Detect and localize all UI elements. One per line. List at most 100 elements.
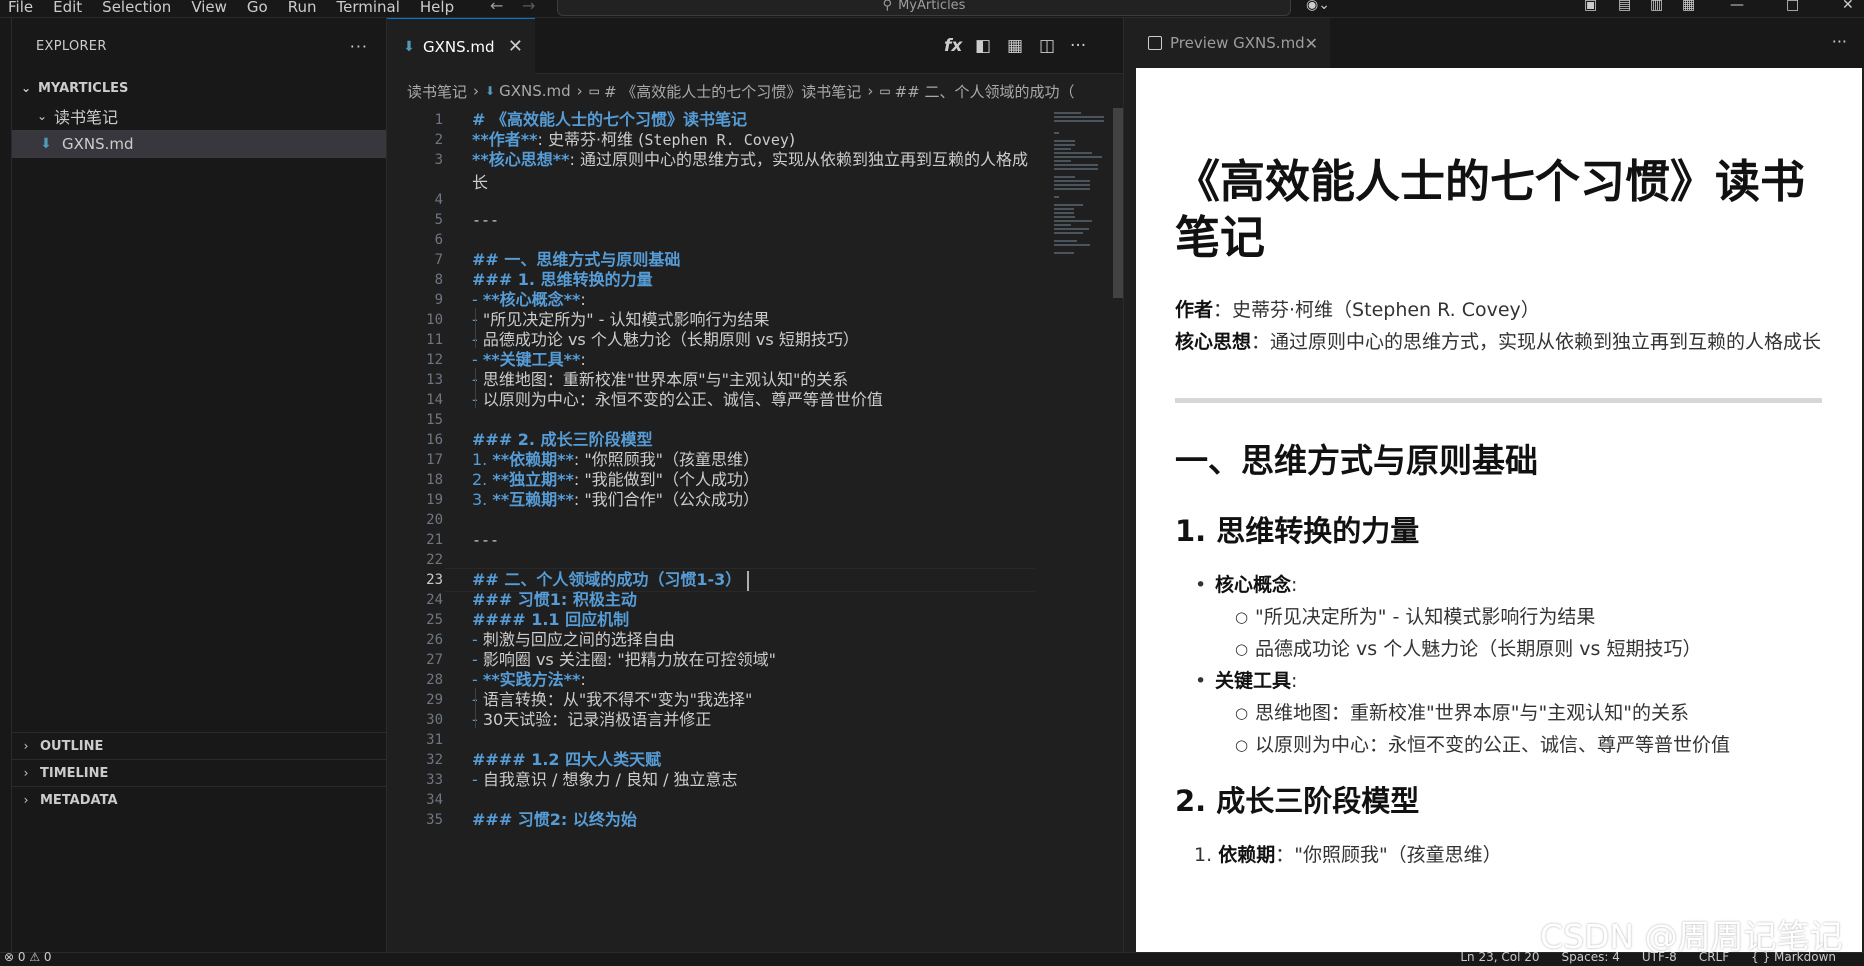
tab-gxns-md[interactable]: ⬇ GXNS.md ✕ [387, 18, 535, 74]
metadata-section[interactable]: › METADATA [12, 786, 387, 813]
tab-label: GXNS.md [423, 37, 495, 56]
more-actions-icon[interactable]: ··· [1070, 36, 1086, 56]
minimap-line [1054, 156, 1102, 158]
problems-status[interactable]: ⊗ 0 ⚠ 0 [4, 950, 52, 964]
tree-file[interactable]: ⬇ GXNS.md [12, 130, 386, 158]
markdown-file-icon: ⬇ [40, 136, 52, 152]
line-number: 3 [434, 152, 443, 168]
cursor-position[interactable]: Ln 23, Col 20 [1460, 950, 1539, 964]
timeline-section[interactable]: › TIMELINE [12, 759, 387, 786]
workspace-root[interactable]: ⌄ MYARTICLES [12, 74, 386, 102]
minimize-icon[interactable]: — [1730, 0, 1744, 13]
breadcrumb-heading-2[interactable]: ## 二、个人领域的成功（ [895, 81, 1075, 102]
preview-meta: 作者：史蒂芬·柯维（Stephen R. Covey） 核心思想：通过原则中心的… [1175, 294, 1822, 358]
token: --- [472, 211, 500, 229]
close-icon[interactable]: ✕ [1305, 34, 1318, 53]
maximize-icon[interactable]: □ [1786, 0, 1799, 13]
token: **作者** [472, 130, 538, 149]
command-center[interactable]: ⚲ MyArticles [557, 0, 1291, 16]
customize-layout-icon[interactable]: ▦ [1682, 0, 1695, 13]
stage-list-item: 1. 依赖期："你照顾我"（孩童思维） [1175, 839, 1822, 871]
chevron-right-icon: › [23, 766, 29, 780]
menu-file[interactable]: File [0, 0, 45, 18]
indent-guide [475, 688, 476, 728]
menu-terminal[interactable]: Terminal [329, 0, 412, 18]
menu-help[interactable]: Help [412, 0, 466, 18]
token: 语言转换：从"我不得不"变为"我选择" [482, 690, 753, 709]
editor-scrollbar[interactable] [1113, 108, 1123, 298]
menu-view[interactable]: View [183, 0, 239, 18]
code-line[interactable]: 35 ### 习惯2: 以终为始 [387, 808, 1047, 832]
forward-arrow-icon[interactable]: → [522, 0, 535, 15]
token: - [472, 690, 483, 709]
minimap-line [1054, 132, 1059, 134]
command-center-label: MyArticles [898, 0, 966, 13]
stage-label: 依赖期 [1218, 844, 1276, 866]
search-icon: ⚲ [882, 0, 893, 13]
token: **互赖期** [492, 490, 574, 509]
token: ### 习惯2: 以终为始 [472, 810, 637, 829]
menu-selection[interactable]: Selection [94, 0, 183, 18]
code-editor[interactable]: 1 # 《高效能人士的七个习惯》读书笔记 2 **作者**: 史蒂芬·柯维 (Step… [387, 108, 1047, 952]
token: - [472, 390, 483, 409]
minimap[interactable] [1052, 108, 1112, 952]
outline-section[interactable]: › OUTLINE [12, 732, 387, 759]
minimap-line [1054, 224, 1071, 226]
minimap-line [1054, 208, 1074, 210]
concept-label: 核心概念 [1215, 574, 1292, 596]
open-preview-side-icon[interactable]: ◧ [975, 36, 991, 56]
token: - [472, 630, 483, 649]
more-actions-icon[interactable]: ··· [350, 37, 368, 56]
table-icon[interactable]: ▦ [1007, 36, 1023, 56]
split-editor-icon[interactable]: ◫ [1039, 36, 1055, 56]
core-line: 核心思想：通过原则中心的思维方式，实现从依赖到独立再到互赖的人格成长 [1175, 326, 1822, 358]
language-mode[interactable]: { } Markdown [1751, 950, 1836, 964]
close-window-icon[interactable]: ✕ [1842, 0, 1854, 13]
minimap-line [1054, 184, 1090, 186]
list-item: 核心概念: [1175, 569, 1822, 601]
close-icon[interactable]: ✕ [508, 36, 523, 57]
markdown-file-icon: ⬇ [485, 84, 496, 98]
token: - [472, 290, 483, 309]
token: #### 1.1 回应机制 [472, 610, 630, 629]
function-icon[interactable]: fx [944, 36, 962, 56]
markdown-file-icon: ⬇ [403, 38, 415, 55]
code-line[interactable]: 3 **核心思想**: 通过原则中心的思维方式，实现从依赖到独立再到互赖的人格成长 [387, 148, 1047, 192]
back-arrow-icon[interactable]: ← [490, 0, 503, 15]
minimap-line [1054, 204, 1083, 206]
list-item: 思维地图：重新校准"世界本原"与"主观认知"的关系 [1175, 697, 1822, 729]
layout-panel-icon[interactable]: ▤ [1618, 0, 1631, 13]
token: **关键工具** [482, 350, 581, 369]
breadcrumb-heading-1[interactable]: # 《高效能人士的七个习惯》读书笔记 [604, 81, 861, 102]
title-bar: File Edit Selection View Go Run Terminal… [0, 0, 1864, 18]
tree-file-label: GXNS.md [62, 135, 134, 153]
menu-edit[interactable]: Edit [45, 0, 94, 18]
heading-symbol-icon: ▭ [588, 84, 600, 98]
token: : [580, 670, 586, 689]
menu-go[interactable]: Go [239, 0, 280, 18]
minimap-line [1054, 212, 1074, 214]
minimap-line [1054, 120, 1104, 122]
token: 1. [472, 450, 493, 469]
editor-group: ⬇ GXNS.md ✕ fx ◧ ▦ ◫ ··· 读书笔记 › ⬇ GXNS.m… [387, 18, 1123, 952]
tree-folder[interactable]: ⌄ 读书笔记 [12, 102, 386, 130]
copilot-icon[interactable]: ◉⌄ [1306, 0, 1330, 13]
chevron-right-icon: › [473, 82, 480, 100]
line-content: ### 习惯2: 以终为始 [472, 808, 637, 832]
encoding-status[interactable]: UTF-8 [1642, 950, 1677, 964]
token: ) [788, 130, 796, 149]
menu-run[interactable]: Run [280, 0, 329, 18]
layout-primary-sidebar-icon[interactable]: ▣ [1584, 0, 1597, 13]
token: - [472, 650, 483, 669]
token: - [472, 370, 483, 389]
indentation-status[interactable]: Spaces: 4 [1562, 950, 1620, 964]
eol-status[interactable]: CRLF [1699, 950, 1729, 964]
chevron-right-icon: › [23, 739, 29, 753]
breadcrumb-file[interactable]: GXNS.md [499, 82, 571, 100]
token: **实践方法** [482, 670, 581, 689]
tab-preview[interactable]: Preview GXNS.md ✕ [1124, 18, 1330, 68]
breadcrumb-folder[interactable]: 读书笔记 [407, 81, 467, 102]
more-actions-icon[interactable]: ··· [1832, 32, 1847, 51]
minimap-line [1054, 216, 1075, 218]
layout-secondary-sidebar-icon[interactable]: ▥ [1650, 0, 1663, 13]
